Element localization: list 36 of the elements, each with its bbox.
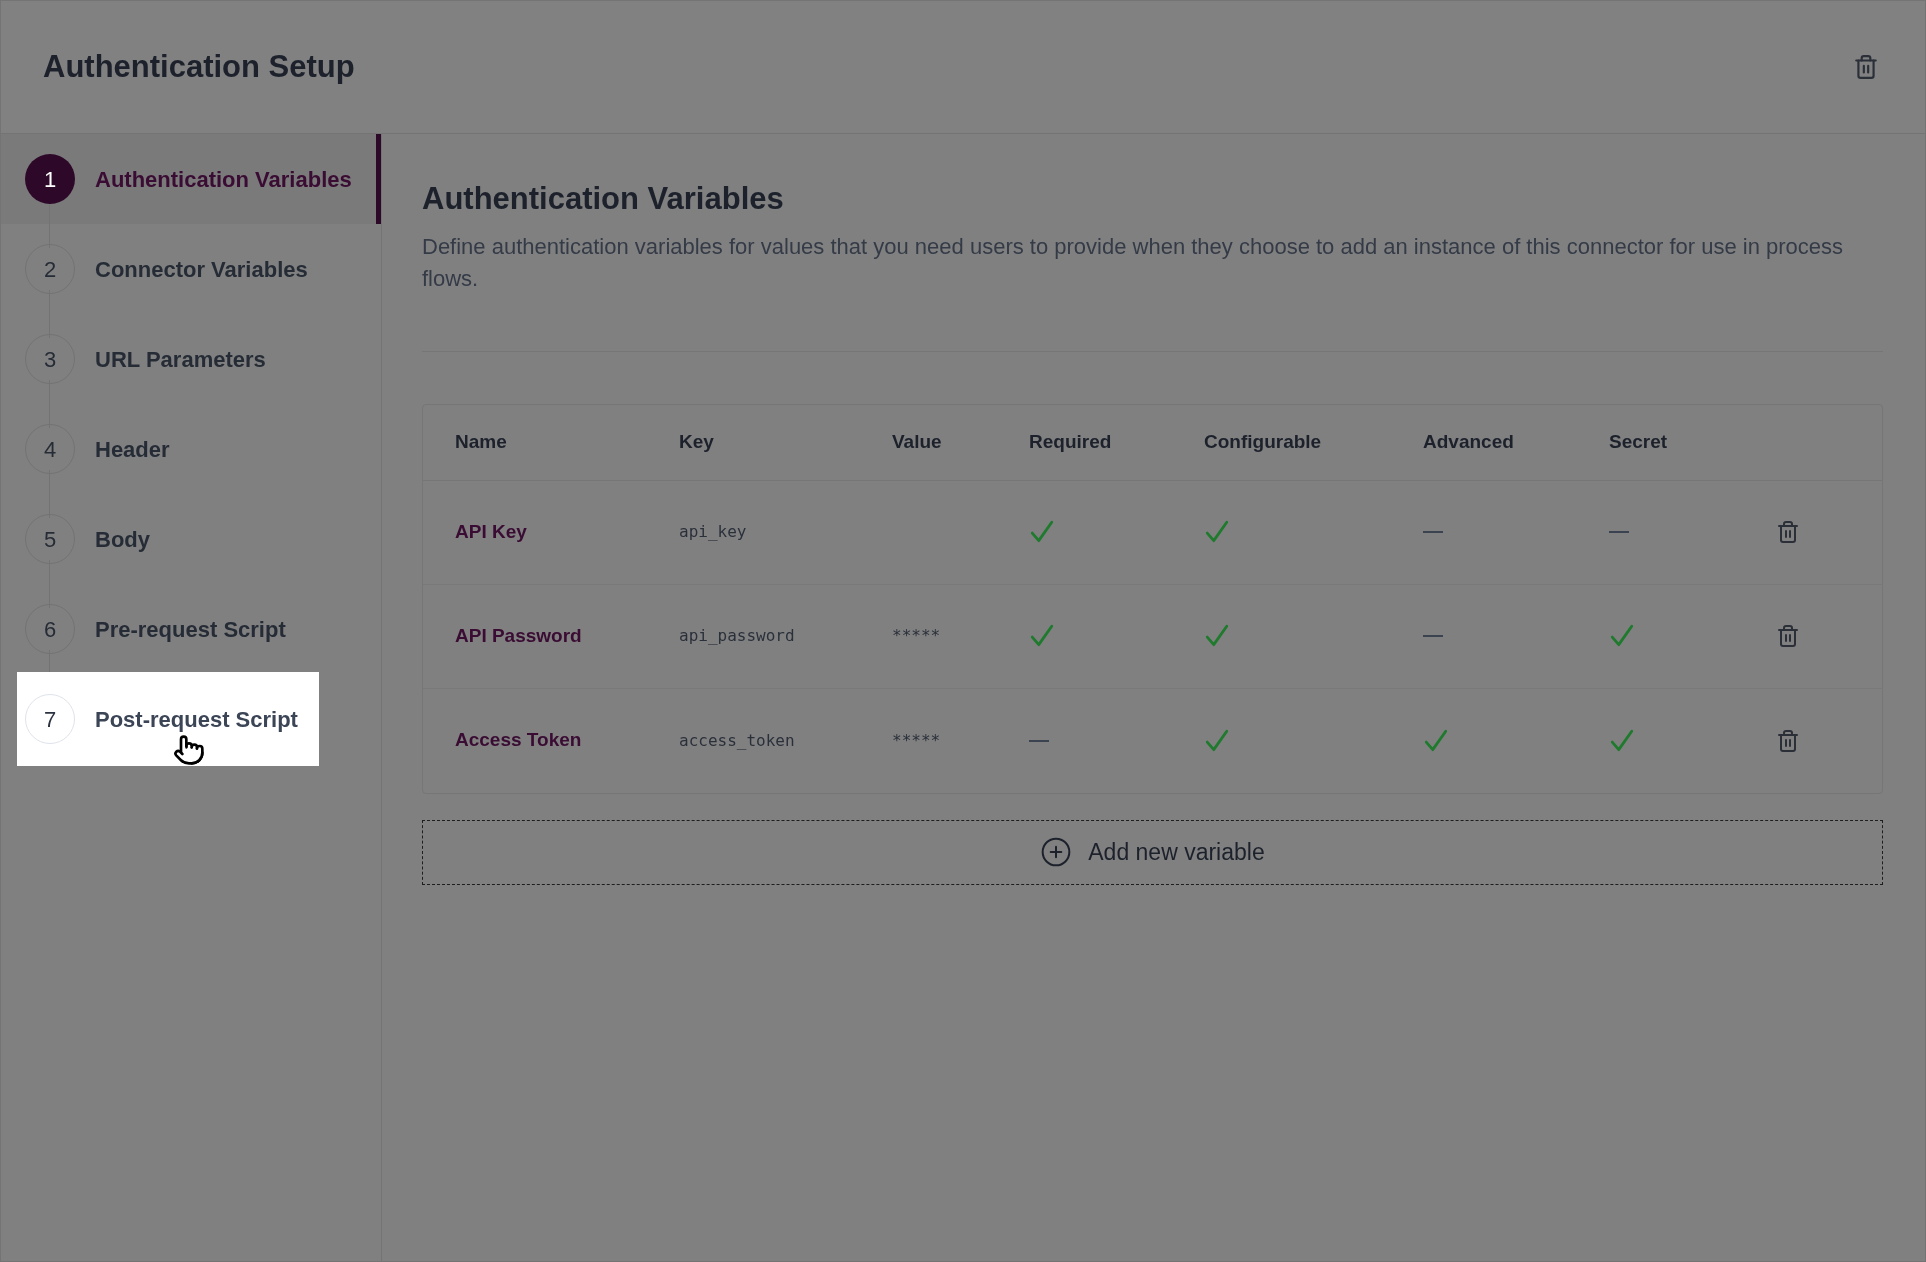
add-variable-button[interactable]: Add new variable [422, 819, 1883, 885]
column-header: Secret [1609, 429, 1669, 454]
step-number: 4 [25, 424, 75, 474]
key-cell-text: api_key [679, 521, 748, 543]
section-description: Define authentication variables for values that you need users to provide when they choose to add an instance of this connector for use in process flows. [422, 232, 1845, 293]
column-header: Advanced [1423, 429, 1515, 454]
key-cell-text: api_password [679, 625, 796, 647]
plus-circle-icon [1040, 836, 1073, 868]
step-number: 2 [25, 244, 75, 294]
value-cell: ***** [892, 626, 941, 645]
variable-name-link[interactable]: API Key [455, 517, 679, 547]
section-title: Authentication Variables [422, 180, 785, 218]
value-cell: ***** [892, 730, 941, 750]
hand-cursor-icon [173, 734, 205, 766]
variable-name-link[interactable]: API Password [455, 621, 679, 651]
step-link[interactable]: 6 Pre-request Script [1, 604, 302, 654]
step-number: 3 [25, 334, 75, 384]
step-link[interactable]: 3 URL Parameters [1, 334, 282, 384]
step-number: 1 [25, 154, 75, 204]
variable-name-link[interactable]: Access Token [455, 726, 679, 755]
delete-row-button[interactable] [1776, 520, 1800, 544]
step-link[interactable]: 2 Connector Variables [1, 244, 324, 294]
step-number: 5 [25, 514, 75, 564]
step-link[interactable]: 5 Body [1, 514, 166, 564]
step-number: 6 [25, 604, 75, 654]
column-header: Value [892, 429, 943, 454]
delete-row-button[interactable] [1776, 624, 1800, 648]
step-link[interactable]: 7 Post-request Script [1, 694, 314, 744]
step-link[interactable]: 4 Header [1, 424, 186, 474]
page-title: Authentication Setup [43, 47, 355, 86]
column-header: Configurable [1204, 429, 1323, 454]
column-header: Key [679, 429, 715, 454]
key-cell-text: access_token [679, 729, 796, 752]
delete-row-button[interactable] [1776, 728, 1800, 753]
column-header: Required [1029, 429, 1113, 454]
column-header: Name [455, 429, 508, 454]
